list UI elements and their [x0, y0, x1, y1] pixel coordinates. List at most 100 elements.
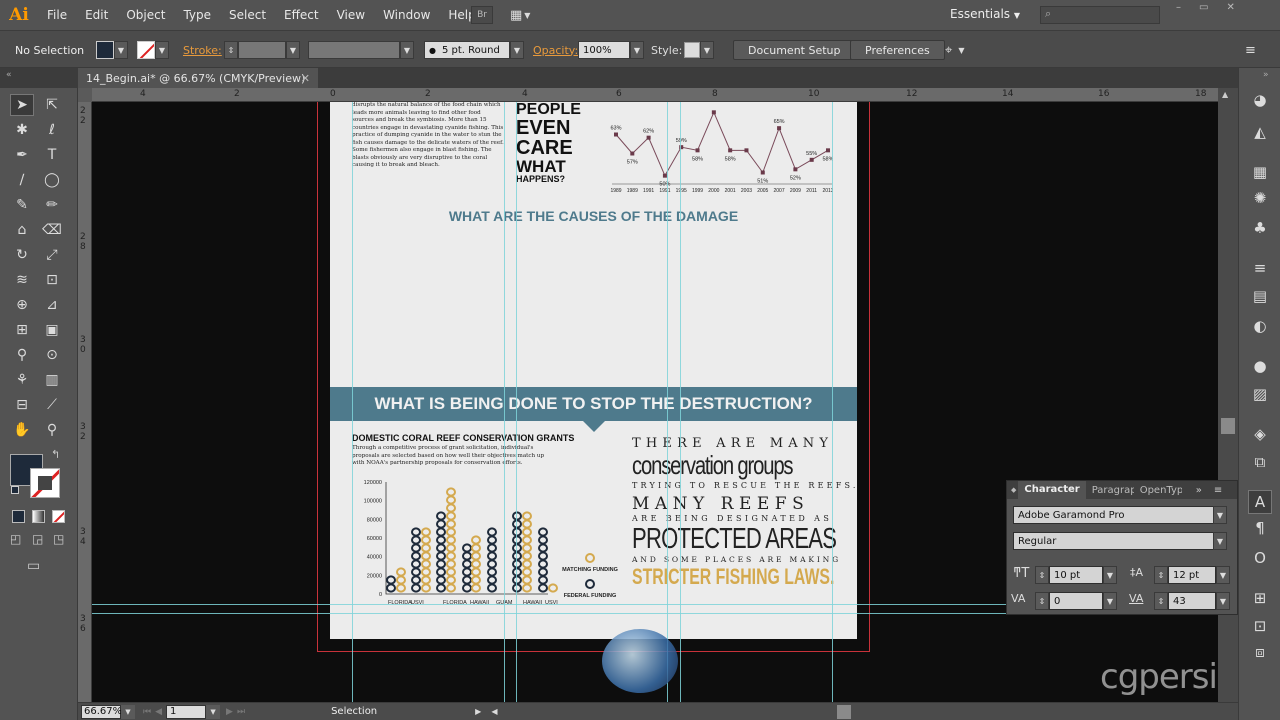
font-size-field[interactable]: 10 pt [1049, 566, 1103, 584]
character-panel-icon[interactable]: A [1248, 490, 1272, 514]
brush-definition[interactable]: ● 5 pt. Round ▼ [424, 40, 524, 60]
symbol-sprayer-icon[interactable]: ⚘ [10, 369, 34, 391]
paintbrush-icon[interactable]: ✎ [10, 194, 34, 216]
eyedropper-icon[interactable]: ⚲ [10, 344, 34, 366]
artboard-nav-next-icon[interactable]: ▶⏭ [226, 707, 249, 717]
column-graph-icon[interactable]: ▥ [40, 369, 64, 391]
opentype-panel-icon[interactable]: O [1248, 546, 1272, 570]
status-menu-icon[interactable]: ▶ [475, 707, 481, 716]
minimize-icon[interactable]: – [1176, 2, 1181, 14]
pen-tool-icon[interactable]: ✒ [10, 144, 34, 166]
more-tabs-icon[interactable]: » [1196, 485, 1202, 496]
eraser-icon[interactable]: ⌫ [40, 219, 64, 241]
brushes-icon[interactable]: ✺ [1248, 186, 1272, 210]
collapse-icon[interactable]: ◆ [1011, 486, 1016, 494]
zoom-field[interactable]: 66.67% [81, 704, 122, 719]
blob-brush-icon[interactable]: ⌂ [10, 219, 34, 241]
screen-mode-icon[interactable]: ▭ [27, 558, 40, 574]
document-setup-button[interactable]: Document Setup [733, 40, 856, 60]
tracking-field[interactable]: 43 [1168, 592, 1216, 610]
none-mode-icon[interactable] [52, 510, 65, 523]
menu-effect[interactable]: Effect [275, 0, 328, 30]
chevron-down-icon[interactable]: ▼ [400, 41, 414, 59]
paragraph-panel-icon[interactable]: ¶ [1248, 516, 1272, 540]
free-transform-icon[interactable]: ⊡ [40, 269, 64, 291]
chevron-down-icon[interactable]: ▼ [630, 41, 644, 59]
artboards-panel-icon[interactable]: ⧉ [1248, 450, 1272, 474]
workspace-switcher[interactable]: Essentials ▼ [950, 7, 1020, 21]
horizontal-ruler[interactable]: 4 2 0 2 4 6 8 10 12 14 16 18 [92, 88, 1238, 102]
stepper-icon[interactable]: ⇕ [1035, 566, 1049, 584]
draw-normal-icon[interactable]: ◰ [10, 532, 21, 546]
color-mode-icon[interactable] [12, 510, 25, 523]
stepper-icon[interactable]: ⇕ [1154, 592, 1168, 610]
chevron-down-icon[interactable]: ▼ [114, 41, 128, 59]
draw-inside-icon[interactable]: ◳ [53, 532, 64, 546]
layers-panel-icon[interactable]: ◈ [1248, 422, 1272, 446]
chevron-down-icon[interactable]: ▼ [1213, 506, 1227, 524]
swap-colors-icon[interactable]: ↰ [51, 448, 60, 461]
menu-file[interactable]: File [38, 0, 76, 30]
swatches-icon[interactable]: ▦ [1248, 160, 1272, 184]
collapse-toolbox-icon[interactable]: « [6, 70, 12, 80]
slice-tool-icon[interactable]: ⟋ [40, 394, 64, 416]
draw-behind-icon[interactable]: ◲ [32, 532, 43, 546]
chevron-down-icon[interactable]: ▼ [1103, 592, 1117, 610]
tab-paragraph[interactable]: Paragraph [1086, 485, 1134, 496]
chevron-down-icon[interactable]: ▼ [1213, 532, 1227, 550]
panel-menu-icon[interactable]: ≡ [1245, 40, 1256, 60]
line-tool-icon[interactable]: ∕ [10, 169, 34, 191]
appearance-panel-icon[interactable]: ● [1248, 354, 1272, 378]
selection-tool-icon[interactable]: ➤ [10, 94, 34, 116]
arrange-documents-button[interactable]: ▦ ▼ [510, 7, 538, 23]
menu-type[interactable]: Type [174, 0, 220, 30]
font-style-select[interactable]: Regular [1013, 532, 1219, 550]
panel-menu-icon[interactable]: ≡ [1214, 485, 1222, 496]
magic-wand-icon[interactable]: ✱ [10, 119, 34, 141]
bridge-button[interactable]: Br [471, 6, 493, 24]
stepper-icon[interactable]: ⇕ [224, 41, 238, 59]
lasso-icon[interactable]: ℓ [40, 119, 64, 141]
search-input[interactable]: ⌕ [1040, 6, 1160, 24]
stroke-color-icon[interactable] [30, 468, 60, 498]
gradient-panel-icon[interactable]: ▤ [1248, 284, 1272, 308]
blend-tool-icon[interactable]: ⊙ [40, 344, 64, 366]
pathfinder-icon[interactable]: ⧈ [1248, 640, 1272, 664]
tab-character[interactable]: Character [1018, 481, 1086, 499]
stroke-label[interactable]: Stroke: [183, 40, 222, 60]
variable-width-profile[interactable]: ▼ [308, 40, 414, 60]
chevron-down-icon[interactable]: ▼ [206, 704, 221, 719]
leading-field[interactable]: 12 pt [1168, 566, 1216, 584]
stroke-weight-field[interactable]: ⇕ ▼ [224, 40, 300, 60]
gradient-mode-icon[interactable] [32, 510, 45, 523]
transform-panel-icon[interactable]: ⊡ [1248, 614, 1272, 638]
direct-selection-tool-icon[interactable]: ⇱ [40, 94, 64, 116]
scroll-left-icon[interactable]: ◀ [491, 707, 497, 716]
scroll-up-icon[interactable]: ▲ [1222, 90, 1228, 99]
fill-swatch[interactable]: ▼ [96, 40, 128, 60]
ruler-origin[interactable] [78, 88, 92, 102]
menu-edit[interactable]: Edit [76, 0, 117, 30]
default-colors-icon[interactable] [11, 486, 19, 494]
chevron-down-icon[interactable]: ▼ [1216, 592, 1230, 610]
artboard-number-field[interactable]: 1 [166, 704, 207, 719]
menu-object[interactable]: Object [117, 0, 174, 30]
close-tab-icon[interactable]: ✕ [301, 72, 310, 85]
artboard-tool-icon[interactable]: ⊟ [10, 394, 34, 416]
stroke-swatch[interactable]: ▼ [137, 40, 169, 60]
maximize-icon[interactable]: ▭ [1199, 2, 1208, 14]
stepper-icon[interactable]: ⇕ [1035, 592, 1049, 610]
chevron-down-icon[interactable]: ▼ [121, 704, 135, 719]
chevron-down-icon[interactable]: ▼ [1216, 566, 1230, 584]
ellipse-tool-icon[interactable]: ◯ [40, 169, 64, 191]
symbols-icon[interactable]: ♣ [1248, 216, 1272, 240]
color-panel-icon[interactable]: ◕ [1248, 88, 1272, 112]
type-tool-icon[interactable]: T [40, 144, 64, 166]
graphic-styles-icon[interactable]: ▨ [1248, 382, 1272, 406]
style-swatch[interactable]: ▼ [684, 40, 714, 60]
zoom-tool-icon[interactable]: ⚲ [40, 419, 64, 441]
vertical-ruler[interactable]: 222830323436 [78, 102, 92, 702]
chevron-down-icon[interactable]: ▼ [286, 41, 300, 59]
opacity-field[interactable]: 100% ▼ [578, 40, 644, 60]
chevron-down-icon[interactable]: ▼ [510, 41, 524, 59]
